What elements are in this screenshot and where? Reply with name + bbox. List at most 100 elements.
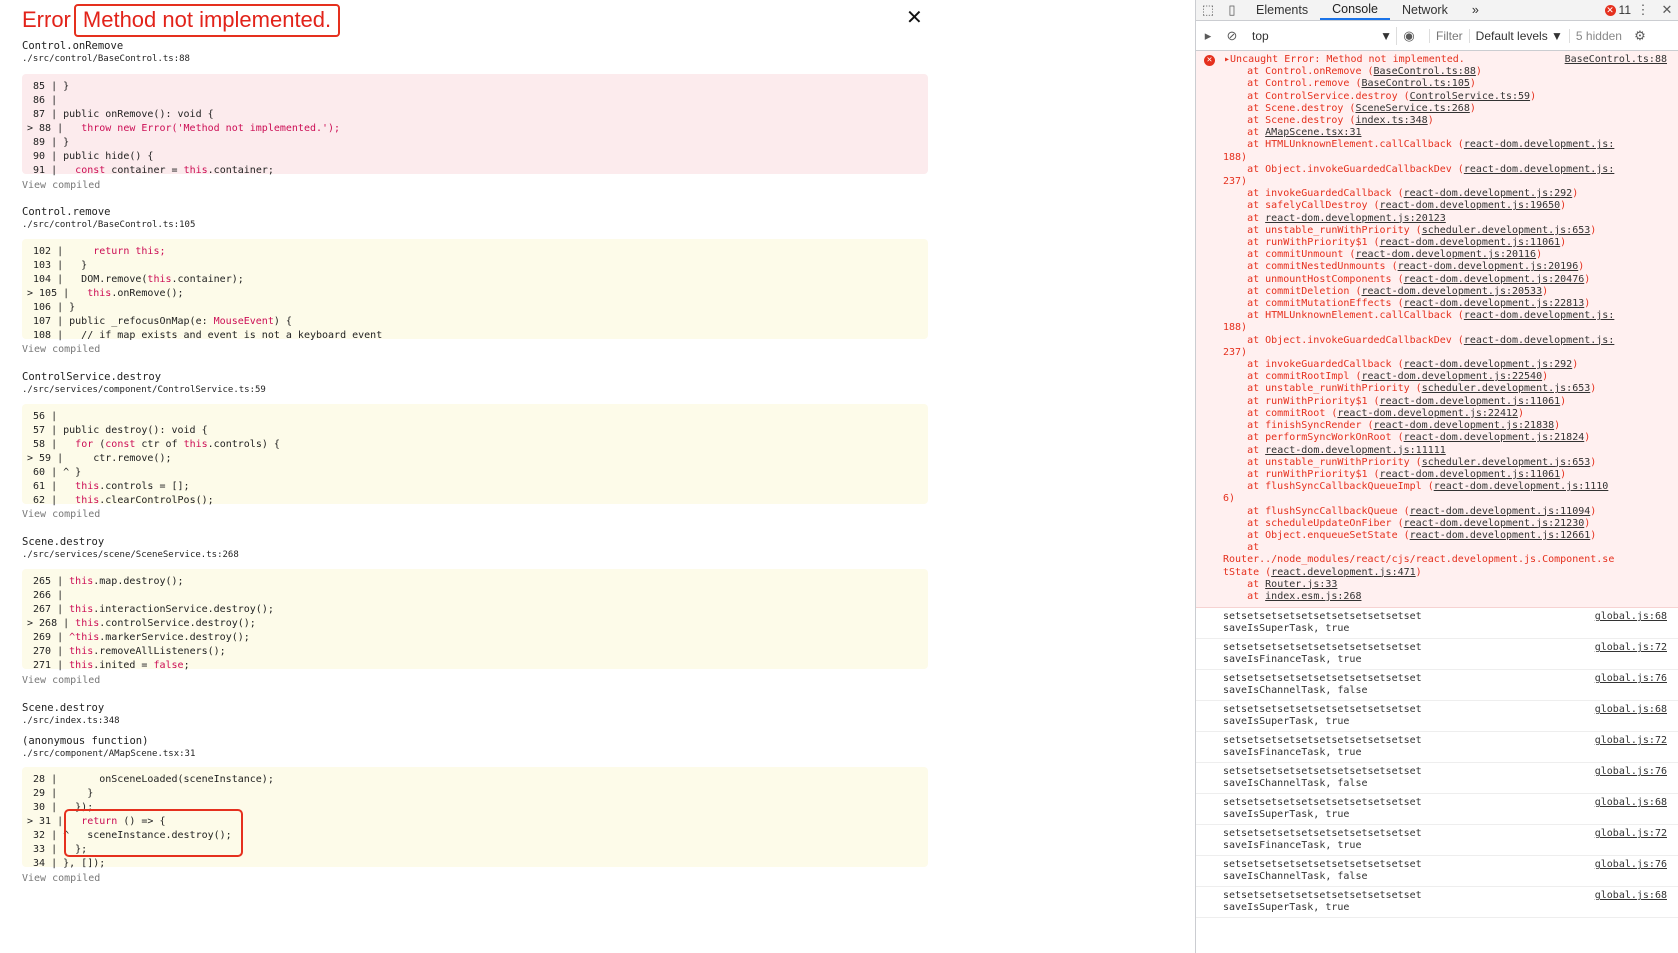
stack-source-link[interactable]: scheduler.development.js:653 — [1422, 225, 1591, 236]
stack-text: at ControlService.destroy ( — [1223, 90, 1410, 102]
log-source-link[interactable]: global.js:68 — [1595, 797, 1667, 808]
stack-source-link[interactable]: react-dom.development.js: — [1464, 310, 1615, 321]
stack-source-link[interactable]: react-dom.development.js:11111 — [1265, 445, 1446, 456]
stack-source-link[interactable]: react-dom.development.js: — [1464, 139, 1615, 150]
console-messages: ✕ ▸Uncaught Error: Method not implemente… — [1196, 51, 1678, 919]
view-compiled-link[interactable]: View compiled — [22, 344, 100, 355]
stack-source-link[interactable]: Router.js:33 — [1265, 579, 1337, 590]
code-token: this — [75, 618, 100, 629]
stack-text: ) — [1590, 505, 1597, 517]
log-source-link[interactable]: global.js:72 — [1595, 735, 1667, 746]
stack-source-link[interactable]: react-dom.development.js:22540 — [1361, 371, 1542, 382]
log-source-link[interactable]: global.js:68 — [1595, 704, 1667, 715]
clear-console-icon[interactable]: ⊘ — [1220, 28, 1244, 44]
stack-text: at performSyncWorkOnRoot ( — [1223, 432, 1404, 444]
error-counter[interactable]: ✕ 11 — [1604, 3, 1631, 17]
view-compiled-link[interactable]: View compiled — [22, 675, 100, 686]
log-source-link[interactable]: global.js:76 — [1595, 859, 1667, 870]
stack-source-link[interactable]: react-dom.development.js: — [1464, 335, 1615, 346]
stack-text: at HTMLUnknownElement.callCallback ( — [1223, 310, 1464, 322]
close-icon[interactable]: ✕ — [906, 8, 923, 28]
context-select[interactable]: top ▼ — [1248, 26, 1397, 45]
stack-source-link[interactable]: SceneService.ts:268 — [1355, 103, 1469, 114]
code-line: 269 | ^this.markerService.destroy(); — [22, 631, 928, 645]
stack-text: at — [1223, 212, 1266, 224]
code-token: 108 | // if map exists and event is not … — [27, 330, 383, 341]
stack-source-link[interactable]: react-dom.development.js:12661 — [1410, 530, 1591, 541]
log-source-link[interactable]: global.js:72 — [1595, 828, 1667, 839]
stack-source-link[interactable]: react-dom.development.js:292 — [1404, 359, 1573, 370]
error-source-link[interactable]: BaseControl.ts:88 — [1565, 54, 1667, 65]
stack-source-link[interactable]: scheduler.development.js:653 — [1422, 383, 1591, 394]
log-source-link[interactable]: global.js:68 — [1595, 611, 1667, 622]
stack-source-link[interactable]: react-dom.development.js:11094 — [1410, 506, 1591, 517]
stack-text: 237) — [1223, 346, 1248, 358]
stack-source-link[interactable]: react-dom.development.js:20196 — [1398, 261, 1579, 272]
log-text: saveIsSuperTask, true — [1223, 809, 1350, 821]
code-token: .controls = []; — [99, 481, 190, 492]
log-source-link[interactable]: global.js:76 — [1595, 766, 1667, 777]
error-message: Method not implemented. — [73, 3, 341, 37]
stack-source-link[interactable]: BaseControl.ts:88 — [1374, 66, 1476, 77]
frame-file-path: ./src/services/component/ControlService.… — [22, 385, 266, 395]
stack-line: at Control.onRemove (BaseControl.ts:88) — [1196, 66, 1678, 78]
stack-source-link[interactable]: react-dom.development.js:20533 — [1361, 286, 1542, 297]
log-entry: setsetsetsetsetsetsetsetsetsetset saveIsS… — [1196, 701, 1678, 733]
stack-line: at commitRootImpl (react-dom.development… — [1196, 371, 1678, 383]
stack-source-link[interactable]: react-dom.development.js: — [1464, 164, 1615, 175]
tab-console[interactable]: Console — [1320, 0, 1390, 20]
tab-network[interactable]: Network — [1390, 0, 1460, 20]
stack-source-link[interactable]: react.development.js:471 — [1271, 567, 1416, 578]
stack-source-link[interactable]: ControlService.ts:59 — [1410, 91, 1530, 102]
stack-source-link[interactable]: index.esm.js:268 — [1265, 591, 1361, 602]
sidebar-toggle-icon[interactable]: ▸ — [1196, 28, 1220, 44]
code-token: .removeAllListeners(); — [93, 646, 226, 657]
stack-source-link[interactable]: react-dom.development.js:11061 — [1380, 396, 1561, 407]
filter-input[interactable]: Filter — [1429, 28, 1469, 43]
eye-icon[interactable]: ◉ — [1397, 28, 1421, 44]
log-levels-select[interactable]: Default levels ▼ — [1468, 28, 1569, 43]
more-tabs-icon[interactable]: » — [1460, 0, 1491, 20]
stack-source-link[interactable]: AMapScene.tsx:31 — [1265, 127, 1361, 138]
stack-source-link[interactable]: react-dom.development.js:22813 — [1404, 298, 1585, 309]
stack-text: at flushSyncCallbackQueue ( — [1223, 505, 1410, 517]
stack-line: at unstable_runWithPriority (scheduler.d… — [1196, 383, 1678, 395]
stack-source-link[interactable]: react-dom.development.js:20476 — [1404, 274, 1585, 285]
stack-source-link[interactable]: react-dom.development.js:21838 — [1374, 420, 1555, 431]
stack-source-link[interactable]: react-dom.development.js:20123 — [1265, 213, 1446, 224]
stack-source-link[interactable]: scheduler.development.js:653 — [1422, 457, 1591, 468]
close-devtools-icon[interactable]: ✕ — [1655, 2, 1678, 18]
log-source-link[interactable]: global.js:68 — [1595, 890, 1667, 901]
code-token: ; — [183, 660, 190, 671]
inspect-element-icon[interactable]: ⬚ — [1196, 2, 1220, 18]
view-compiled-link[interactable]: View compiled — [22, 873, 100, 884]
view-compiled-link[interactable]: View compiled — [22, 509, 100, 520]
stack-source-link[interactable]: react-dom.development.js:19650 — [1380, 200, 1561, 211]
stack-source-link[interactable]: react-dom.development.js:22412 — [1337, 408, 1518, 419]
code-token: 104 | DOM.remove( — [27, 274, 148, 285]
kebab-menu-icon[interactable]: ⋮ — [1631, 2, 1655, 18]
device-toolbar-icon[interactable]: ▯ — [1220, 2, 1244, 18]
stack-source-link[interactable]: react-dom.development.js:1110 — [1434, 481, 1609, 492]
tab-elements[interactable]: Elements — [1244, 0, 1320, 20]
view-compiled-link[interactable]: View compiled — [22, 180, 100, 191]
stack-line: at — [1196, 542, 1678, 554]
gear-icon[interactable]: ⚙ — [1628, 28, 1652, 44]
stack-source-link[interactable]: BaseControl.ts:105 — [1361, 78, 1469, 89]
stack-source-link[interactable]: index.ts:348 — [1355, 115, 1427, 126]
stack-source-link[interactable]: react-dom.development.js:21230 — [1404, 518, 1585, 529]
stack-source-link[interactable]: react-dom.development.js:21824 — [1404, 432, 1585, 443]
code-line: 60 | ^ } — [22, 466, 928, 480]
code-token: .interactionService.destroy(); — [93, 604, 274, 615]
stack-line: Router../node_modules/react/cjs/react.de… — [1196, 554, 1678, 566]
stack-line: 188) — [1196, 322, 1678, 334]
log-source-link[interactable]: global.js:72 — [1595, 642, 1667, 653]
stack-source-link[interactable]: react-dom.development.js:292 — [1404, 188, 1573, 199]
stack-source-link[interactable]: react-dom.development.js:11061 — [1380, 237, 1561, 248]
log-source-link[interactable]: global.js:76 — [1595, 673, 1667, 684]
code-token: 29 | } — [27, 788, 94, 799]
stack-source-link[interactable]: react-dom.development.js:11061 — [1380, 469, 1561, 480]
log-entry: setsetsetsetsetsetsetsetsetsetset saveIsF… — [1196, 639, 1678, 671]
stack-source-link[interactable]: react-dom.development.js:20116 — [1355, 249, 1536, 260]
stack-text: at commitNestedUnmounts ( — [1223, 261, 1398, 273]
